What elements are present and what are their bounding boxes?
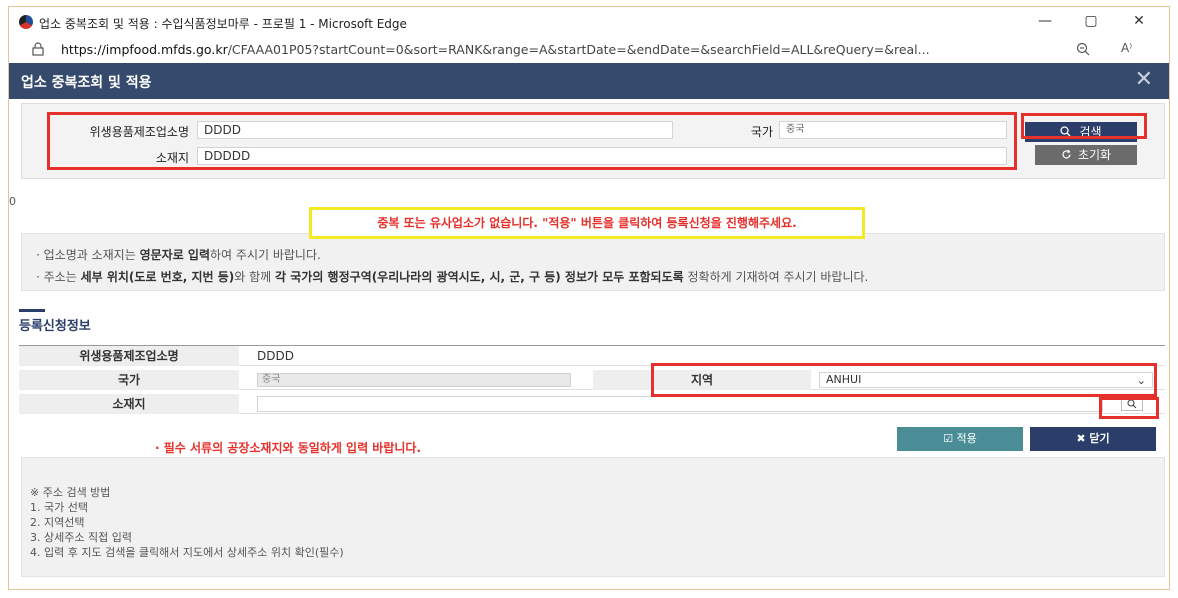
url-host: https://impfood.mfds.go.kr xyxy=(61,42,228,57)
address-search-highlight xyxy=(1099,397,1159,419)
note-line-1: · 업소명과 소재지는 영문자로 입력하여 주시기 바랍니다. xyxy=(36,246,321,263)
note-text: 와 함께 xyxy=(234,270,276,284)
site-logo-icon xyxy=(19,15,33,29)
note-text: 하여 주시기 바랍니다. xyxy=(210,248,321,262)
window-title: 업소 중복조회 및 적용 : 수입식품정보마루 - 프로필 1 - Micros… xyxy=(39,17,407,31)
result-count: 0 xyxy=(9,195,16,208)
guide-step-1: 1. 국가 선택 xyxy=(30,501,88,514)
note-emphasis: 각 국가의 행정구역(우리나라의 광역시도, 시, 군, 구 등) 정보가 모두… xyxy=(275,270,684,284)
search-button-highlight xyxy=(1021,113,1147,139)
reset-button-label: 초기화 xyxy=(1077,148,1112,162)
read-aloud-icon[interactable]: A⁾ xyxy=(1121,41,1132,55)
no-duplicate-message: 중복 또는 유사업소가 없습니다. "적용" 버튼을 클릭하여 등록신청을 진행… xyxy=(309,207,865,239)
notes-panel: · 업소명과 소재지는 영문자로 입력하여 주시기 바랍니다. · 주소는 세부… xyxy=(21,233,1165,291)
url-path: /CFAAA01P05?startCount=0&sort=RANK&range… xyxy=(227,42,930,57)
country-input[interactable]: 중국 xyxy=(779,121,1007,139)
region-highlight xyxy=(651,363,1157,397)
zoom-icon[interactable] xyxy=(1075,41,1091,57)
registration-form: 위생용품제조업소명 DDDD 국가 중국 지역 ANHUI ⌄ 소재지 xyxy=(19,345,1165,414)
maximize-button[interactable]: ▢ xyxy=(1071,10,1111,34)
country-label: 국가 xyxy=(750,125,773,139)
guide-step-4: 4. 입력 후 지도 검색을 클릭해서 지도에서 상세주소 위치 확인(필수) xyxy=(30,546,344,559)
note-emphasis: 영문자로 입력 xyxy=(139,248,211,262)
reg-address-label: 소재지 xyxy=(19,394,239,414)
dialog-close-icon[interactable]: ✕ xyxy=(1135,69,1153,91)
reg-manufacturer-label: 위생용품제조업소명 xyxy=(19,346,239,366)
section-accent xyxy=(19,309,45,312)
note-text: · 업소명과 소재지는 xyxy=(36,248,140,262)
close-button[interactable]: ✖ 닫기 xyxy=(1030,427,1156,451)
browser-window: 업소 중복조회 및 적용 : 수입식품정보마루 - 프로필 1 - Micros… xyxy=(8,6,1170,590)
form-row-address: 소재지 xyxy=(19,394,1165,414)
registration-section-title: 등록신청정보 xyxy=(19,319,91,334)
dialog-title: 업소 중복조회 및 적용 xyxy=(21,75,152,91)
note-line-2: · 주소는 세부 위치(도로 번호, 지번 등)와 함께 각 국가의 행정구역(… xyxy=(36,268,868,285)
guide-step-3: 3. 상세주소 직접 입력 xyxy=(30,531,132,544)
address-bar[interactable]: https://impfood.mfds.go.kr/CFAAA01P05?st… xyxy=(9,37,1169,63)
guide-heading: ※ 주소 검색 방법 xyxy=(30,486,111,499)
url-text[interactable]: https://impfood.mfds.go.kr/CFAAA01P05?st… xyxy=(61,42,930,57)
reg-country-label: 국가 xyxy=(19,370,239,390)
lock-icon xyxy=(32,42,44,56)
refresh-icon xyxy=(1062,149,1071,159)
address-label: 소재지 xyxy=(155,151,189,165)
reset-button[interactable]: 초기화 xyxy=(1035,145,1137,165)
dialog-header: 업소 중복조회 및 적용 ✕ xyxy=(9,63,1169,99)
reg-manufacturer-value: DDDD xyxy=(257,349,294,363)
manufacturer-input[interactable]: DDDD xyxy=(197,121,673,139)
address-warning: · 필수 서류의 공장소재지와 동일하게 입력 바랍니다. xyxy=(155,441,422,455)
window-titlebar: 업소 중복조회 및 적용 : 수입식품정보마루 - 프로필 1 - Micros… xyxy=(9,7,1169,37)
note-text: 정확하게 기재하여 주시기 바랍니다. xyxy=(683,270,869,284)
apply-button[interactable]: ☑ 적용 xyxy=(897,427,1023,451)
window-close-button[interactable]: ✕ xyxy=(1119,10,1159,34)
note-emphasis: 세부 위치(도로 번호, 지번 등) xyxy=(80,270,235,284)
note-text: · 주소는 xyxy=(36,270,81,284)
address-guide-panel: ※ 주소 검색 방법 1. 국가 선택 2. 지역선택 3. 상세주소 직접 입… xyxy=(21,457,1165,577)
reg-country-input: 중국 xyxy=(257,373,571,387)
minimize-button[interactable]: — xyxy=(1025,10,1065,34)
manufacturer-label: 위생용품제조업소명 xyxy=(89,125,189,139)
address-input[interactable]: DDDDD xyxy=(197,147,1007,165)
guide-step-2: 2. 지역선택 xyxy=(30,516,85,529)
reg-address-input[interactable] xyxy=(257,396,1103,412)
